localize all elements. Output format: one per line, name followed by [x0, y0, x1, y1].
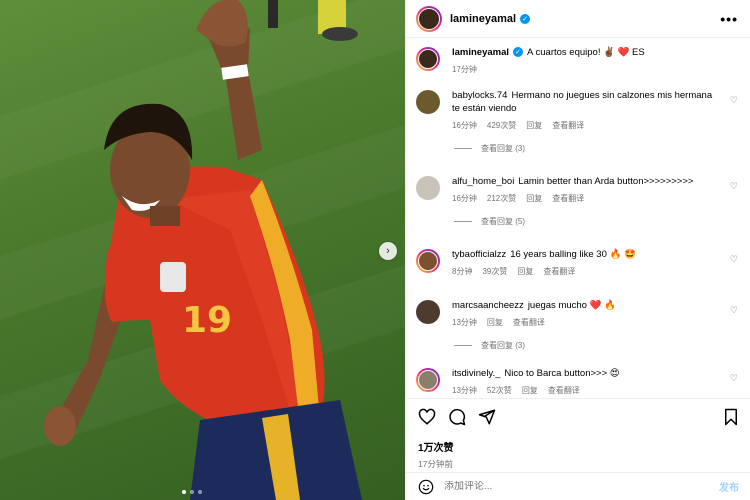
comment-text: 16 years balling like 30 🔥 🤩 [510, 249, 636, 260]
verified-badge-icon: ✓ [520, 13, 531, 24]
comment-time: 13分钟 [452, 318, 477, 327]
translate-button[interactable]: 查看翻译 [543, 266, 575, 277]
comment-time: 16分钟 [452, 194, 477, 203]
more-options-icon[interactable]: ••• [720, 11, 738, 27]
comment-username[interactable]: tybaofficialzz [452, 249, 506, 260]
comment-text: Lamin better than Arda button>>>>>>>>> [518, 176, 694, 187]
bookmark-icon[interactable] [723, 408, 739, 426]
caption-username[interactable]: lamineyamal [452, 47, 509, 58]
comment-item: babylocks.74 Hermano no juegues sin calzo… [416, 89, 740, 131]
carousel-dots [182, 490, 202, 494]
comment-item: itsdivinely._ Nico to Barca button>>> 😍 1… [416, 367, 740, 396]
comment-likes[interactable]: 39次赞 [482, 266, 507, 277]
commenter-avatar[interactable] [416, 176, 440, 200]
commenter-avatar[interactable] [416, 249, 440, 273]
commenter-avatar[interactable] [416, 368, 440, 392]
caption-item: lamineyamal ✓ A cuartos equipo! ✌🏾 ❤️ ES 1… [416, 46, 740, 75]
view-replies-button[interactable]: 查看回复 (5) [454, 216, 740, 227]
view-replies-button[interactable]: 查看回复 (3) [454, 340, 740, 351]
comment-username[interactable]: alfu_home_boi [452, 176, 514, 187]
comments-list[interactable]: lamineyamal ✓ A cuartos equipo! ✌🏾 ❤️ ES 1… [406, 38, 750, 396]
reply-button[interactable]: 回复 [517, 266, 533, 277]
translate-button[interactable]: 查看翻译 [552, 120, 584, 131]
commenter-avatar[interactable] [416, 90, 440, 114]
likes-count[interactable]: 1万次赞 [418, 439, 739, 454]
reply-button[interactable]: 回复 [487, 317, 503, 328]
comment-input[interactable] [444, 481, 719, 492]
comment-icon[interactable] [448, 408, 466, 426]
post-side-panel: lamineyamal ✓ ••• lamineyamal ✓ A cuartos … [405, 0, 750, 500]
post-header: lamineyamal ✓ ••• [406, 0, 750, 38]
author-avatar[interactable] [416, 5, 442, 32]
emoji-icon[interactable] [418, 479, 434, 495]
comment-item: marcsaancheezz juegas mucho ❤️ 🔥 13分钟 回复 … [416, 299, 740, 328]
post-media[interactable]: 19 › [0, 0, 405, 500]
heart-icon[interactable]: ♡ [730, 305, 738, 316]
comment-likes[interactable]: 212次赞 [487, 193, 516, 204]
verified-badge-icon: ✓ [513, 47, 524, 58]
heart-icon[interactable]: ♡ [730, 373, 738, 384]
reply-button[interactable]: 回复 [526, 120, 542, 131]
caption-time: 17分钟 [452, 65, 477, 74]
comment-time: 16分钟 [452, 121, 477, 130]
view-replies-button[interactable]: 查看回复 (3) [454, 143, 740, 154]
comment-username[interactable]: babylocks.74 [452, 90, 507, 101]
author-avatar[interactable] [416, 47, 440, 71]
post-comment-button[interactable]: 发布 [719, 479, 739, 494]
heart-icon[interactable]: ♡ [730, 95, 738, 106]
share-icon[interactable] [478, 408, 496, 426]
translate-button[interactable]: 查看翻译 [513, 317, 545, 328]
comment-username[interactable]: itsdivinely._ [452, 368, 500, 379]
comment-username[interactable]: marcsaancheezz [452, 300, 524, 311]
comment-item: alfu_home_boi Lamin better than Arda butt… [416, 175, 740, 204]
comment-item: tybaofficialzz 16 years balling like 30 🔥… [416, 248, 740, 277]
player-photo: 19 [44, 0, 362, 500]
reply-button[interactable]: 回复 [522, 385, 538, 396]
like-heart-icon[interactable] [418, 408, 436, 426]
reply-button[interactable]: 回复 [526, 193, 542, 204]
comment-likes[interactable]: 52次赞 [487, 385, 512, 396]
translate-button[interactable]: 查看翻译 [548, 385, 580, 396]
carousel-next-button[interactable]: › [379, 242, 397, 260]
comment-text: juegas mucho ❤️ 🔥 [527, 300, 616, 311]
caption-text: A cuartos equipo! ✌🏾 ❤️ ES [527, 47, 645, 58]
post-time: 17分钟前 [418, 459, 453, 469]
instagram-post-dialog: 19 › lamineyamal ✓ ••• lamineyamal ✓ A c… [0, 0, 750, 500]
author-username[interactable]: lamineyamal [450, 13, 516, 25]
comment-likes[interactable]: 429次赞 [487, 120, 516, 131]
jersey-number: 19 [182, 300, 232, 341]
commenter-avatar[interactable] [416, 300, 440, 324]
translate-button[interactable]: 查看翻译 [552, 193, 584, 204]
comment-time: 13分钟 [452, 386, 477, 395]
heart-icon[interactable]: ♡ [730, 181, 738, 192]
heart-icon[interactable]: ♡ [730, 254, 738, 265]
comment-text: Nico to Barca button>>> 😍 [504, 368, 620, 379]
comment-time: 8分钟 [452, 267, 473, 276]
comment-composer: 发布 [406, 472, 750, 500]
